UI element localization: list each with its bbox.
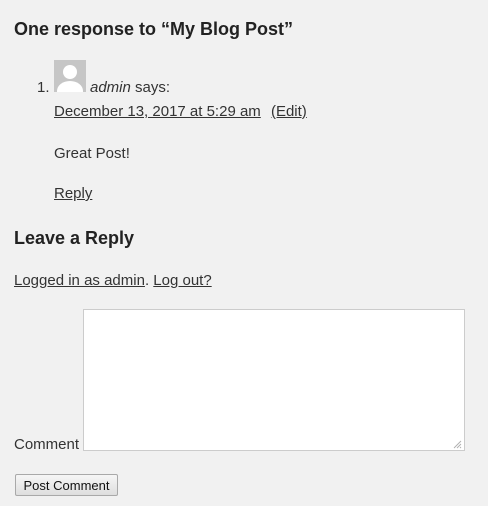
comment-author: admin says: bbox=[90, 79, 170, 96]
post-comment-button[interactable]: Post Comment bbox=[15, 474, 118, 496]
comment-edit-link[interactable]: (Edit) bbox=[271, 103, 307, 120]
logged-in-separator: . bbox=[144, 272, 150, 289]
avatar bbox=[54, 60, 86, 92]
comment-meta: December 13, 2017 at 5:29 am (Edit) bbox=[54, 103, 307, 120]
comment-number: 1. bbox=[37, 79, 50, 96]
logged-in-notice: Logged in as admin. Log out? bbox=[14, 272, 212, 289]
resize-grip-icon[interactable] bbox=[452, 439, 462, 449]
comment-says-label: says: bbox=[135, 79, 171, 96]
logout-link[interactable]: Log out? bbox=[153, 272, 211, 289]
comments-title: One response to “My Blog Post” bbox=[14, 19, 294, 39]
comment-author-name: admin bbox=[90, 79, 131, 96]
comment-date-link[interactable]: December 13, 2017 at 5:29 am bbox=[54, 103, 261, 120]
default-user-avatar-icon bbox=[54, 60, 86, 92]
comment-textarea[interactable] bbox=[83, 309, 465, 451]
comment-text: Great Post! bbox=[54, 145, 130, 162]
logged-in-as-link[interactable]: Logged in as admin bbox=[14, 272, 145, 289]
reply-link[interactable]: Reply bbox=[54, 185, 92, 202]
comment-label: Comment bbox=[14, 436, 80, 453]
reply-title: Leave a Reply bbox=[14, 228, 135, 248]
